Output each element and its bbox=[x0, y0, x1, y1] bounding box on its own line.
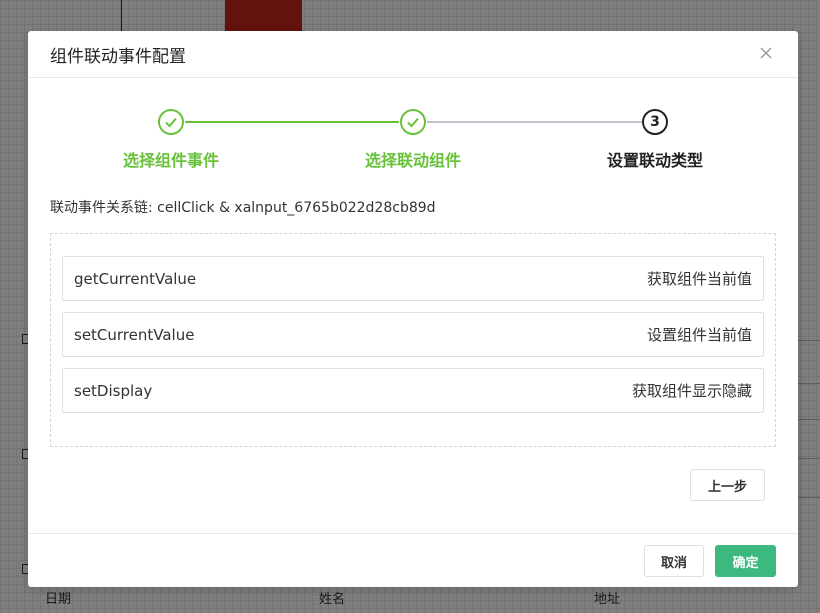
dialog-title: 组件联动事件配置 bbox=[50, 46, 186, 67]
linkage-config-dialog: 组件联动事件配置 3 选择组件事件 选择联动组件 设置联动类型 联动事件关系链:… bbox=[28, 31, 798, 587]
option-name: setCurrentValue bbox=[74, 325, 195, 344]
step-3-number: 3 bbox=[642, 109, 668, 135]
steps-progress: 3 选择组件事件 选择联动组件 设置联动类型 bbox=[28, 109, 798, 179]
linkage-chain-text: 联动事件关系链: cellClick & xalnput_6765b022d28… bbox=[50, 200, 436, 216]
linkage-type-options: getCurrentValue 获取组件当前值 setCurrentValue … bbox=[50, 233, 776, 447]
confirm-button[interactable]: 确定 bbox=[715, 545, 776, 577]
option-get-current-value[interactable]: getCurrentValue 获取组件当前值 bbox=[62, 256, 764, 301]
step-2-label: 选择联动组件 bbox=[364, 151, 462, 170]
step-connector-todo bbox=[427, 121, 642, 123]
option-set-current-value[interactable]: setCurrentValue 设置组件当前值 bbox=[62, 312, 764, 357]
step-3-label: 设置联动类型 bbox=[606, 151, 704, 170]
close-icon[interactable] bbox=[756, 43, 776, 63]
dialog-header: 组件联动事件配置 bbox=[28, 31, 798, 78]
option-name: setDisplay bbox=[74, 381, 153, 400]
prev-step-button[interactable]: 上一步 bbox=[690, 469, 765, 501]
cancel-button[interactable]: 取消 bbox=[644, 545, 704, 577]
option-description: 设置组件当前值 bbox=[646, 326, 752, 344]
step-connector-done bbox=[185, 121, 399, 123]
option-name: getCurrentValue bbox=[74, 269, 197, 288]
option-description: 获取组件显示隐藏 bbox=[631, 382, 752, 400]
footer-divider bbox=[28, 533, 798, 534]
option-description: 获取组件当前值 bbox=[646, 270, 752, 288]
option-set-display[interactable]: setDisplay 获取组件显示隐藏 bbox=[62, 368, 764, 413]
step-1-check-icon bbox=[158, 109, 184, 135]
step-2-check-icon bbox=[400, 109, 426, 135]
step-1-label: 选择组件事件 bbox=[122, 151, 220, 170]
